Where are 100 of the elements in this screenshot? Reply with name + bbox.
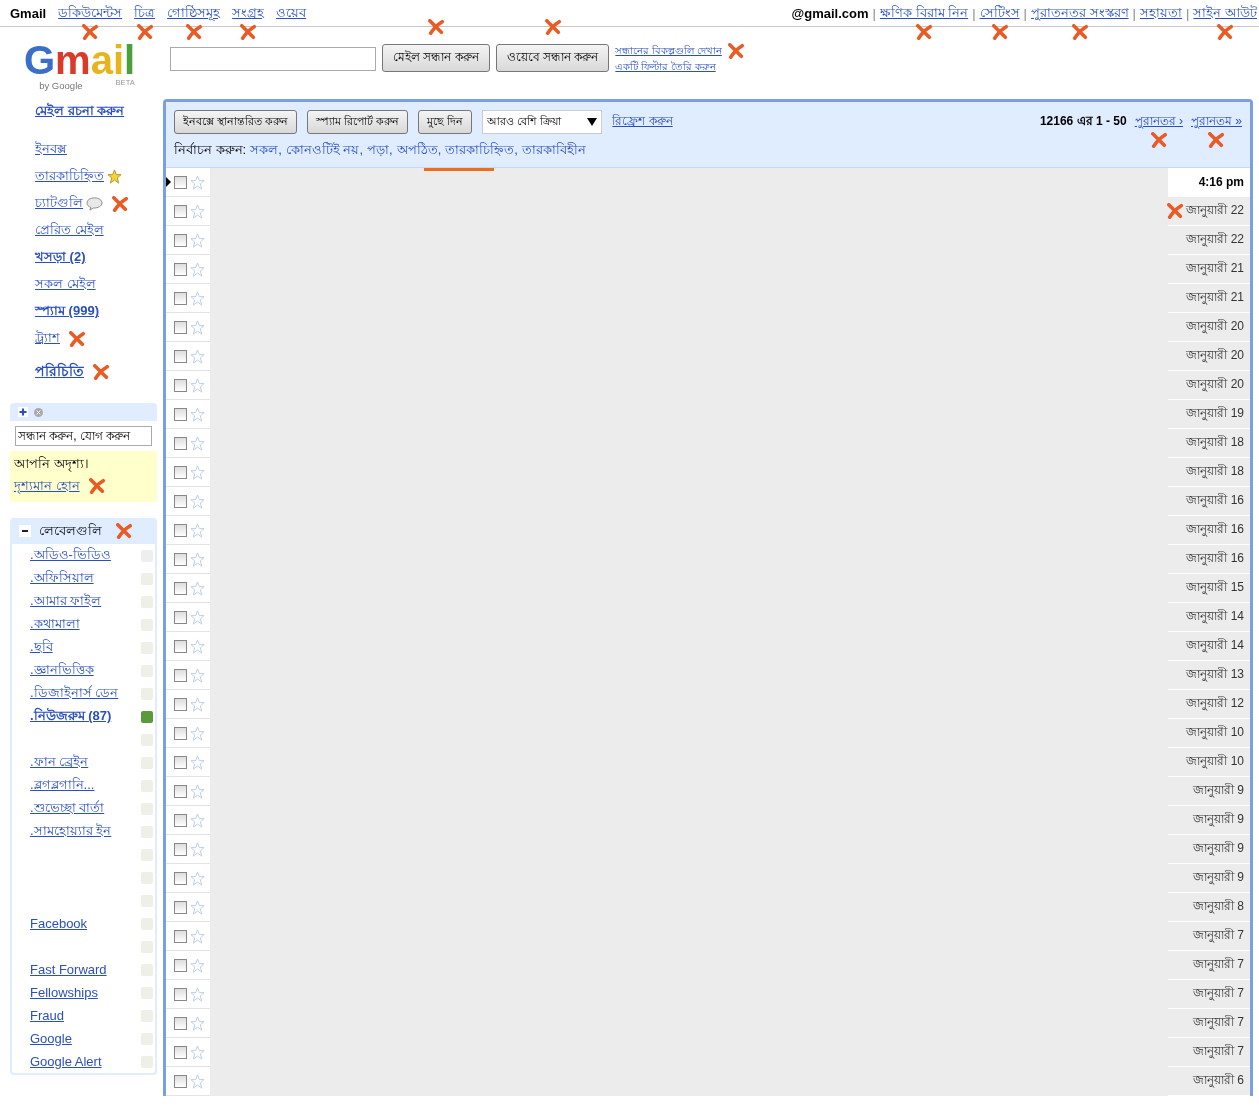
star-icon[interactable]: [190, 435, 205, 451]
star-icon[interactable]: [190, 725, 205, 741]
checkbox[interactable]: [174, 291, 187, 305]
star-icon[interactable]: [190, 1015, 205, 1031]
checkbox[interactable]: [174, 436, 187, 450]
star-icon[interactable]: [190, 464, 205, 480]
nav-link[interactable]: ডকিউমেন্টস: [58, 2, 123, 24]
star-icon[interactable]: [190, 1073, 205, 1089]
checkbox[interactable]: [174, 842, 187, 856]
refresh-link[interactable]: রিফ্রেশ করুন: [612, 112, 673, 132]
account-link[interactable]: সাইন আউট: [1193, 2, 1257, 24]
search-button[interactable]: মেইল সন্ধান করুন: [382, 44, 490, 72]
star-icon[interactable]: [190, 377, 205, 393]
folder-link[interactable]: চ্যাটগুলি: [35, 193, 83, 214]
star-icon[interactable]: [190, 261, 205, 277]
checkbox[interactable]: [174, 697, 187, 711]
star-icon[interactable]: [190, 841, 205, 857]
nav-link[interactable]: চিত্র: [134, 2, 156, 24]
label-link[interactable]: .ডিজাইনার্স ডেন: [30, 683, 119, 704]
folder-link[interactable]: স্প্যাম (999): [35, 301, 99, 322]
star-icon[interactable]: [190, 232, 205, 248]
contacts-link[interactable]: পরিচিতি: [35, 360, 84, 384]
account-link[interactable]: সহায়তা: [1140, 2, 1182, 24]
label-link[interactable]: Fast Forward: [30, 962, 107, 977]
star-icon[interactable]: [190, 812, 205, 828]
more-actions-dropdown[interactable]: আরও বেশি ক্রিয়া: [482, 110, 603, 134]
checkbox[interactable]: [174, 900, 187, 914]
checkbox[interactable]: [174, 1016, 187, 1030]
checkbox[interactable]: [174, 1045, 187, 1059]
account-link[interactable]: সেটিংস: [979, 2, 1020, 24]
select-option[interactable]: পড়া,: [367, 140, 393, 161]
star-icon[interactable]: [190, 319, 205, 335]
label-link[interactable]: .অফিসিয়াল: [30, 568, 94, 589]
checkbox[interactable]: [174, 610, 187, 624]
star-icon[interactable]: [190, 493, 205, 509]
add-icon[interactable]: [18, 407, 28, 417]
folder-link[interactable]: ট্র্যাশ: [35, 328, 60, 349]
label-link[interactable]: .ব্লগব্লগানি...: [30, 775, 95, 796]
checkbox[interactable]: [174, 871, 187, 885]
star-icon[interactable]: [190, 899, 205, 915]
folder-link[interactable]: সকল মেইল: [35, 274, 96, 295]
star-icon[interactable]: [190, 696, 205, 712]
select-option[interactable]: সকল,: [250, 140, 282, 161]
label-link[interactable]: .ফান ব্রেইন: [30, 752, 89, 773]
compose-link[interactable]: মেইল রচনা করুন: [35, 101, 125, 122]
checkbox[interactable]: [174, 813, 187, 827]
checkbox[interactable]: [174, 581, 187, 595]
star-icon[interactable]: [190, 522, 205, 538]
checkbox[interactable]: [174, 204, 187, 218]
search-field[interactable]: [170, 47, 376, 71]
account-link[interactable]: ক্ষণিক বিরাম নিন: [879, 2, 969, 24]
nav-link[interactable]: ওয়েব: [276, 2, 307, 24]
star-icon[interactable]: [190, 667, 205, 683]
star-icon[interactable]: [190, 174, 205, 190]
label-link[interactable]: .জ্ঞানভিত্তিক: [30, 660, 94, 681]
star-icon[interactable]: [190, 406, 205, 422]
visibility-link[interactable]: দৃশ্যমান হোন: [14, 475, 80, 497]
search-option-link[interactable]: সন্ধানের বিকল্পগুলি দেখান: [615, 42, 722, 60]
star-icon[interactable]: [190, 754, 205, 770]
checkbox[interactable]: [174, 784, 187, 798]
label-link[interactable]: Fellowships: [30, 985, 98, 1000]
label-link[interactable]: .অডিও-ভিডিও: [30, 545, 111, 566]
collapse-icon[interactable]: [19, 525, 31, 537]
star-icon[interactable]: [190, 203, 205, 219]
select-option[interactable]: তারকাবিহীন: [521, 140, 586, 161]
label-link[interactable]: .ছবি: [30, 637, 53, 658]
label-link[interactable]: .নিউজরুম (87): [30, 706, 112, 727]
close-icon[interactable]: [34, 407, 43, 417]
label-link[interactable]: .কথামালা: [30, 614, 80, 635]
checkbox[interactable]: [174, 494, 187, 508]
checkbox[interactable]: [174, 407, 187, 421]
select-option[interactable]: তারকাচিহ্নিত,: [445, 140, 518, 161]
action-button[interactable]: ইনবক্সে স্থানান্তরিত করুন: [174, 110, 298, 134]
label-color-swatch[interactable]: [141, 710, 153, 723]
checkbox[interactable]: [174, 929, 187, 943]
select-option[interactable]: অপঠিত,: [396, 140, 442, 161]
contact-search-field[interactable]: সন্ধান করুন, যোগ করুন: [15, 426, 152, 446]
select-option[interactable]: কোনওটিই নয়,: [285, 140, 364, 161]
search-button[interactable]: ওয়েবে সন্ধান করুন: [495, 44, 610, 72]
checkbox[interactable]: [174, 262, 187, 276]
folder-link[interactable]: প্রেরিত মেইল: [35, 220, 104, 241]
label-link[interactable]: Google Alert: [30, 1054, 102, 1069]
checkbox[interactable]: [174, 552, 187, 566]
checkbox[interactable]: [174, 639, 187, 653]
pager-link[interactable]: পুরানতম »: [1191, 112, 1242, 132]
checkbox[interactable]: [174, 523, 187, 537]
star-icon[interactable]: [190, 638, 205, 654]
star-icon[interactable]: [190, 986, 205, 1002]
star-icon[interactable]: [190, 928, 205, 944]
label-link[interactable]: Facebook: [30, 916, 88, 931]
checkbox[interactable]: [174, 1074, 187, 1088]
folder-link[interactable]: খসড়া (2): [35, 247, 86, 268]
checkbox[interactable]: [174, 726, 187, 740]
checkbox[interactable]: [174, 378, 187, 392]
checkbox[interactable]: [174, 349, 187, 363]
pager-link[interactable]: পুরানতর ›: [1134, 112, 1183, 132]
checkbox[interactable]: [174, 755, 187, 769]
nav-link[interactable]: গোষ্ঠিসমূহ: [167, 2, 221, 24]
checkbox[interactable]: [174, 465, 187, 479]
star-icon[interactable]: [190, 1044, 205, 1060]
